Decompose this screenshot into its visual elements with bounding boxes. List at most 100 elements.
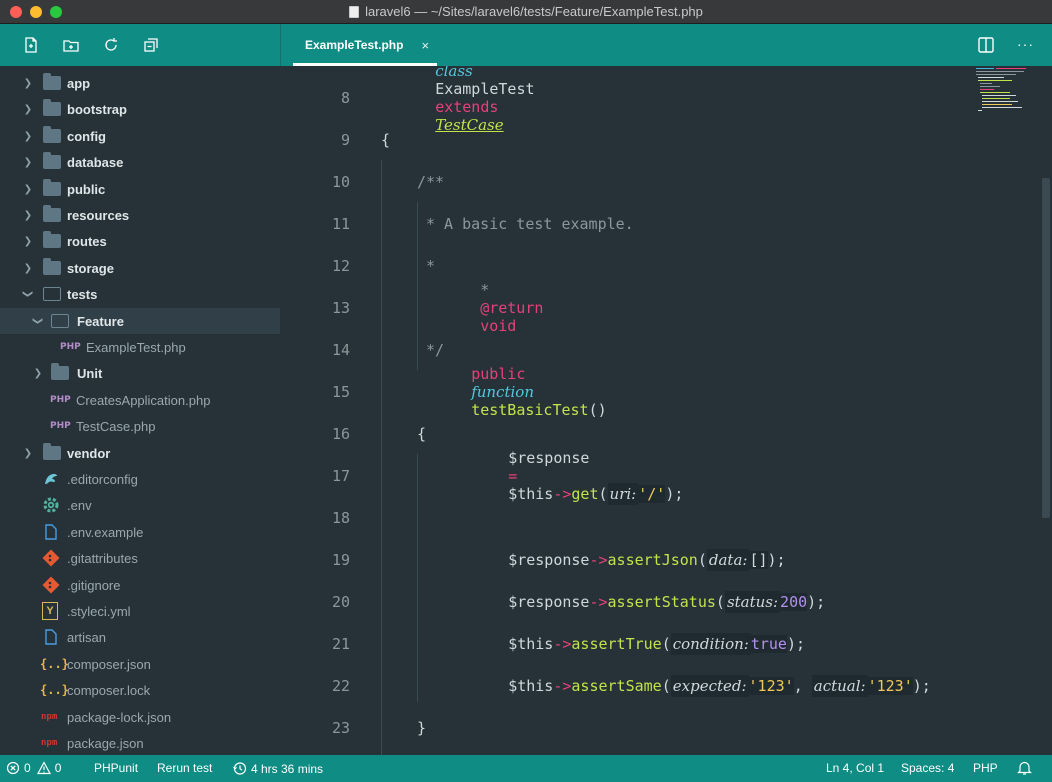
line-number: 13 <box>331 299 350 317</box>
tree-item-database[interactable]: ❯ database <box>0 149 280 175</box>
tree-item-package-json[interactable]: npm package.json <box>0 730 280 755</box>
folder-open-icon <box>51 314 69 328</box>
tree-item-label: database <box>67 154 124 170</box>
split-editor-icon[interactable] <box>977 36 995 54</box>
minimize-window-button[interactable] <box>30 6 42 18</box>
collapse-all-icon[interactable] <box>142 36 160 54</box>
vertical-scrollbar[interactable] <box>1042 178 1050 518</box>
tree-item-feature[interactable]: ❯ Feature <box>0 308 280 334</box>
tree-item-testcase[interactable]: PHP TestCase.php <box>0 413 280 439</box>
tree-item-label: app <box>67 75 91 91</box>
folder-open-icon <box>43 287 61 301</box>
tree-item-label: composer.json <box>67 656 151 672</box>
tree-item-config[interactable]: ❯ config <box>0 123 280 149</box>
tree-item-env[interactable]: .env <box>0 492 280 518</box>
chevron-right-icon: ❯ <box>23 156 33 168</box>
tree-item-env-example[interactable]: .env.example <box>0 519 280 545</box>
tree-item-app[interactable]: ❯ app <box>0 70 280 96</box>
tree-item-artisan[interactable]: artisan <box>0 624 280 650</box>
chevron-down-icon: ❯ <box>32 316 44 326</box>
line-number: 15 <box>331 383 350 401</box>
problems-indicator[interactable]: 0 0 <box>6 761 61 775</box>
tree-item-editorconfig[interactable]: .editorconfig <box>0 466 280 492</box>
keyword-token: extends <box>435 98 499 116</box>
tree-item-routes[interactable]: ❯ routes <box>0 228 280 254</box>
chevron-right-icon: ❯ <box>23 209 33 221</box>
minimap[interactable] <box>974 66 1038 126</box>
line-number: 9 <box>340 131 350 149</box>
operator-token: -> <box>589 593 608 611</box>
cursor-position[interactable]: Ln 4, Col 1 <box>826 761 884 775</box>
chevron-right-icon: ❯ <box>23 77 33 89</box>
variable-token: $this <box>508 635 554 653</box>
tree-item-public[interactable]: ❯ public <box>0 176 280 202</box>
tree-item-label: .gitignore <box>67 577 121 593</box>
line-number: 22 <box>331 677 350 695</box>
tree-item-label: vendor <box>67 445 111 461</box>
tree-item-resources[interactable]: ❯ resources <box>0 202 280 228</box>
error-icon <box>6 761 20 775</box>
chevron-right-icon: ❯ <box>23 447 33 459</box>
php-file-icon: PHP <box>50 395 71 405</box>
new-folder-icon[interactable] <box>62 36 80 54</box>
editorconfig-icon <box>45 474 57 484</box>
tree-item-composer-lock[interactable]: {..} composer.lock <box>0 677 280 703</box>
parameter-hint: data: <box>706 549 750 571</box>
comment-token: * A basic test example. <box>426 215 634 233</box>
line-number: 21 <box>331 635 350 653</box>
notifications-button[interactable] <box>1017 760 1032 776</box>
folder-icon <box>43 99 61 116</box>
tree-item-label: Feature <box>77 313 124 329</box>
tree-item-vendor[interactable]: ❯ vendor <box>0 440 280 466</box>
tree-item-gitattributes[interactable]: .gitattributes <box>0 545 280 571</box>
operator-token: -> <box>553 635 572 653</box>
tree-item-styleci[interactable]: Y .styleci.yml <box>0 598 280 624</box>
tab-exampletest[interactable]: ExampleTest.php × <box>293 24 437 66</box>
maximize-window-button[interactable] <box>50 6 62 18</box>
more-actions-icon[interactable]: ··· <box>1017 36 1034 54</box>
tree-item-bootstrap[interactable]: ❯ bootstrap <box>0 96 280 122</box>
chevron-right-icon: ❯ <box>23 103 33 115</box>
rerun-test-button[interactable]: Rerun test <box>157 761 212 775</box>
tree-item-label: CreatesApplication.php <box>76 392 211 408</box>
code-line: 10 /** <box>280 161 1040 203</box>
tree-item-label: .styleci.yml <box>67 603 131 619</box>
close-window-button[interactable] <box>10 6 22 18</box>
method-call-token: assertSame <box>571 677 662 695</box>
tree-item-label: config <box>67 128 106 144</box>
document-icon <box>349 5 360 18</box>
tree-item-package-lock[interactable]: npm package-lock.json <box>0 704 280 730</box>
language-mode[interactable]: PHP <box>973 761 998 775</box>
tree-item-gitignore[interactable]: .gitignore <box>0 572 280 598</box>
close-icon[interactable]: × <box>421 38 429 53</box>
code-line: 17 $response = $this->get(uri: '/'); <box>280 449 1040 505</box>
tree-item-exampletest[interactable]: PHP ExampleTest.php <box>0 334 280 360</box>
refresh-icon[interactable] <box>102 36 120 54</box>
tree-item-unit[interactable]: ❯ Unit <box>0 360 280 386</box>
phpunit-button[interactable]: PHPunit <box>94 761 138 775</box>
indentation-setting[interactable]: Spaces: 4 <box>901 761 954 775</box>
string-token: '123' <box>867 677 913 695</box>
keyword-token: public <box>471 365 526 383</box>
tree-item-label: composer.lock <box>67 682 151 698</box>
class-name-token: ExampleTest <box>435 80 535 98</box>
tree-item-composer-json[interactable]: {..} composer.json <box>0 651 280 677</box>
line-number: 16 <box>331 425 350 443</box>
folder-icon <box>43 152 61 169</box>
indentation-label: Spaces: 4 <box>901 761 955 775</box>
explorer-toolbar <box>0 24 280 66</box>
code-line: 14 */ <box>280 329 1040 371</box>
code-editor[interactable]: 8 class ExampleTest extends TestCase 9 {… <box>280 66 1052 755</box>
tree-item-tests[interactable]: ❯ tests <box>0 281 280 307</box>
folder-icon <box>51 363 69 380</box>
line-number: 12 <box>331 257 350 275</box>
tree-item-createsapplication[interactable]: PHP CreatesApplication.php <box>0 387 280 413</box>
code-line: 13 * @return void <box>280 281 1040 335</box>
explorer-sidebar: ❯ app ❯ bootstrap ❯ config ❯ database ❯ … <box>0 24 280 755</box>
file-icon <box>45 524 57 540</box>
time-tracker[interactable]: 4 hrs 36 mins <box>232 761 323 776</box>
tree-item-storage[interactable]: ❯ storage <box>0 255 280 281</box>
new-file-icon[interactable] <box>22 36 40 54</box>
parameter-hint: status: <box>724 591 781 613</box>
yaml-icon: Y <box>42 602 58 620</box>
